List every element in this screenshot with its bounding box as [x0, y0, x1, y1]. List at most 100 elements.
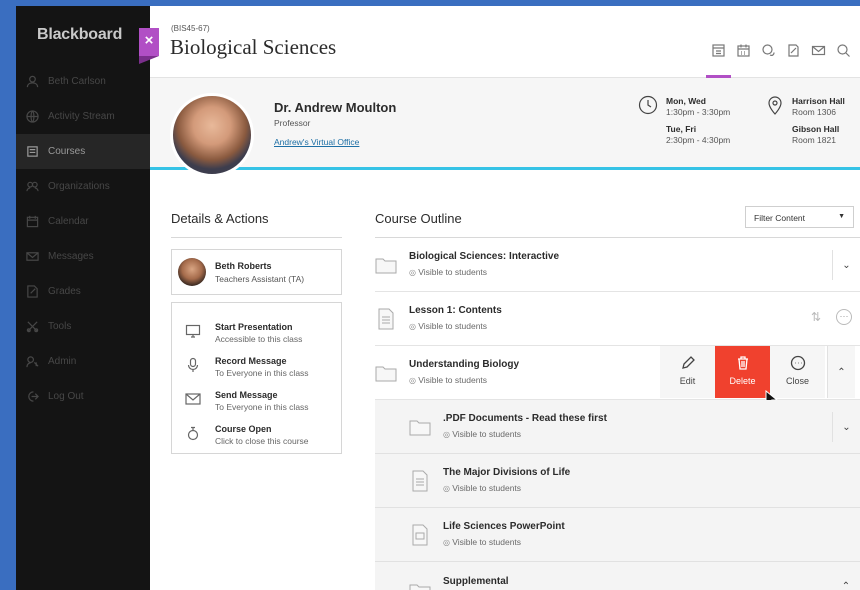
sidebar-item-logout[interactable]: Log Out [16, 379, 150, 414]
actions-card: Start Presentation Accessible to this cl… [171, 302, 342, 454]
instructor-avatar [170, 93, 254, 177]
lock-open-icon [185, 425, 201, 441]
item-title[interactable]: Understanding Biology [409, 359, 519, 370]
outline-subitem-folder[interactable]: Supplemental ⌃ [375, 562, 860, 590]
more-options-icon[interactable]: ··· [836, 309, 852, 325]
sidebar-item-messages[interactable]: Messages [16, 239, 150, 274]
sidebar-item-grades[interactable]: Grades [16, 274, 150, 309]
logout-icon [25, 390, 39, 404]
sidebar-nav: Beth Carlson Activity Stream Courses Org… [16, 64, 150, 414]
item-title[interactable]: .PDF Documents - Read these first [443, 413, 607, 424]
visibility-status[interactable]: Visible to students [409, 267, 487, 277]
folder-icon [375, 254, 397, 276]
sidebar-item-label: Tools [48, 321, 72, 332]
delete-label: Delete [729, 376, 756, 386]
sidebar-item-label: Organizations [48, 181, 110, 192]
sidebar-item-organizations[interactable]: Organizations [16, 169, 150, 204]
grades-icon [25, 285, 39, 299]
office-location-2: Gibson Hall Room 1821 [792, 124, 840, 145]
visibility-status[interactable]: Visible to students [443, 537, 521, 547]
item-title[interactable]: Life Sciences PowerPoint [443, 521, 565, 532]
chevron-up-icon[interactable]: ⌃ [827, 346, 855, 398]
visibility-status[interactable]: Visible to students [409, 375, 487, 385]
envelope-icon [185, 391, 201, 407]
main-content: (BIS45-67) Biological Sciences Dr. Andre… [150, 6, 860, 590]
reorder-icon[interactable]: ⇅ [811, 310, 821, 324]
item-title[interactable]: Lesson 1: Contents [409, 305, 502, 316]
close-sidebar-button[interactable]: × [139, 28, 159, 64]
avatar [178, 258, 206, 286]
ta-card[interactable]: Beth Roberts Teachers Assistant (TA) [171, 249, 342, 295]
microphone-icon [185, 357, 201, 373]
record-message-action[interactable]: Record Message To Everyone in this class [172, 351, 342, 385]
visibility-status[interactable]: Visible to students [443, 483, 521, 493]
messages-icon[interactable] [806, 40, 831, 60]
envelope-icon [25, 250, 39, 264]
action-subtitle: Click to close this course [215, 436, 309, 446]
sidebar-item-label: Activity Stream [48, 111, 115, 122]
delete-button[interactable]: Delete [715, 346, 770, 398]
folder-icon [375, 362, 397, 384]
sidebar-item-user[interactable]: Beth Carlson [16, 64, 150, 99]
sidebar-item-label: Grades [48, 286, 81, 297]
action-title: Start Presentation [215, 322, 293, 332]
sidebar-item-label: Log Out [48, 391, 84, 402]
instructor-banner: Dr. Andrew Moulton Professor Andrew's Vi… [150, 78, 860, 177]
send-message-action[interactable]: Send Message To Everyone in this class [172, 385, 342, 419]
clock-icon [638, 95, 658, 115]
details-heading: Details & Actions [171, 211, 269, 226]
course-header: (BIS45-67) Biological Sciences [150, 6, 860, 78]
chevron-down-icon[interactable]: ⌄ [832, 250, 860, 280]
edit-button[interactable]: Edit [660, 346, 715, 398]
course-open-action[interactable]: Course Open Click to close this course [172, 419, 342, 453]
discussions-icon[interactable] [756, 40, 781, 60]
visibility-status[interactable]: Visible to students [443, 429, 521, 439]
visibility-status[interactable]: Visible to students [409, 321, 487, 331]
calendar-icon[interactable] [731, 40, 756, 60]
outline-item-document[interactable]: Lesson 1: Contents Visible to students ⇅… [375, 292, 860, 346]
course-id: (BIS45-67) [171, 24, 210, 33]
filter-content-select[interactable]: Filter Content ▼ [745, 206, 854, 228]
sidebar-item-admin[interactable]: Admin [16, 344, 150, 379]
outline-subitem-document[interactable]: The Major Divisions of Life Visible to s… [375, 454, 860, 508]
course-outline-heading: Course Outline [375, 211, 462, 226]
content-icon[interactable] [706, 40, 731, 78]
sidebar-item-calendar[interactable]: Calendar [16, 204, 150, 239]
action-subtitle: To Everyone in this class [215, 368, 309, 378]
action-subtitle: To Everyone in this class [215, 402, 309, 412]
search-icon[interactable] [831, 40, 856, 60]
office-hours-2: Tue, Fri 2:30pm - 4:30pm [666, 124, 731, 145]
sidebar-item-tools[interactable]: Tools [16, 309, 150, 344]
outline-item-folder[interactable]: Biological Sciences: Interactive Visible… [375, 238, 860, 292]
sidebar-item-activity-stream[interactable]: Activity Stream [16, 99, 150, 134]
item-title[interactable]: Biological Sciences: Interactive [409, 251, 559, 262]
location-pin-icon [768, 96, 782, 115]
item-title[interactable]: Supplemental [443, 576, 509, 587]
ta-name: Beth Roberts [215, 261, 272, 271]
outline-item-folder-expanded[interactable]: Understanding Biology Visible to student… [375, 346, 860, 408]
office-hours-1: Mon, Wed 1:30pm - 3:30pm [666, 96, 731, 117]
start-presentation-action[interactable]: Start Presentation Accessible to this cl… [172, 317, 342, 351]
presentation-icon [185, 323, 201, 339]
folder-icon [409, 416, 431, 438]
outline-subitem-folder[interactable]: .PDF Documents - Read these first Visibl… [375, 400, 860, 454]
brand-logo: Blackboard [37, 26, 123, 43]
chevron-up-icon[interactable]: ⌃ [832, 576, 860, 590]
gradebook-icon[interactable] [781, 40, 806, 60]
action-title: Record Message [215, 356, 287, 366]
courses-icon [25, 145, 39, 159]
app-window: Blackboard Beth Carlson Activity Stream … [16, 6, 860, 590]
chevron-down-icon[interactable]: ⌄ [832, 412, 860, 442]
user-icon [25, 75, 39, 89]
sidebar-item-label: Calendar [48, 216, 89, 227]
item-title[interactable]: The Major Divisions of Life [443, 467, 570, 478]
organizations-icon [25, 180, 39, 194]
virtual-office-link[interactable]: Andrew's Virtual Office [274, 137, 359, 147]
office-location-1: Harrison Hall Room 1306 [792, 96, 845, 117]
page-title: Biological Sciences [170, 35, 337, 59]
divider [171, 237, 342, 238]
sidebar-item-label: Beth Carlson [48, 76, 106, 87]
outline-subitem-presentation[interactable]: Life Sciences PowerPoint Visible to stud… [375, 508, 860, 562]
globe-icon [25, 110, 39, 124]
sidebar-item-courses[interactable]: Courses [16, 134, 150, 169]
